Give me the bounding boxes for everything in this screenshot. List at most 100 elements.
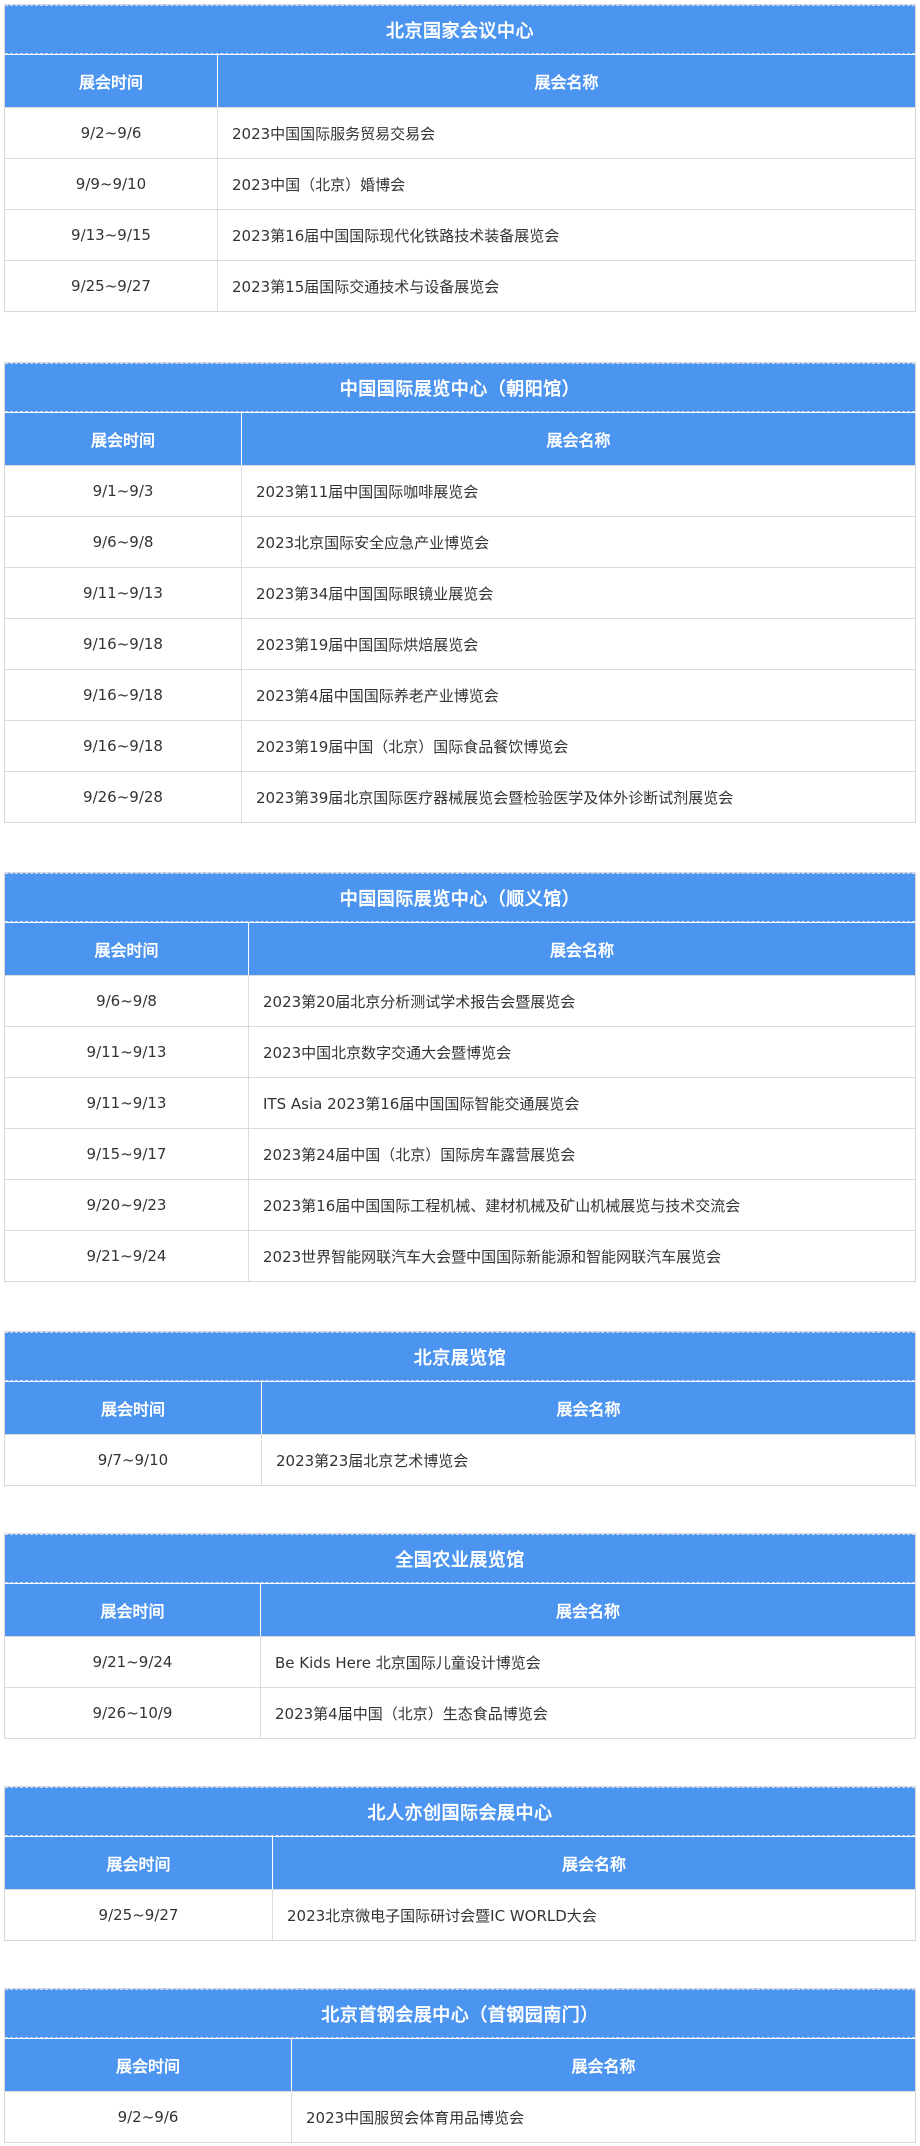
- venue-table: 北京展览馆 展会时间 展会名称 9/7~9/10 2023第23届北京艺术博览会: [4, 1331, 916, 1486]
- exhibition-name: 2023北京国际安全应急产业博览会: [256, 533, 490, 552]
- venue-title: 中国国际展览中心（顺义馆）: [5, 873, 915, 922]
- exhibition-date: 9/16~9/18: [5, 619, 242, 669]
- venue-table: 中国国际展览中心（顺义馆） 展会时间 展会名称 9/6~9/8 2023第20届北京分析…: [4, 872, 916, 1282]
- exhibition-name: 2023第23届北京艺术博览会: [276, 1451, 469, 1470]
- exhibition-name: 2023第19届中国（北京）国际食品餐饮博览会: [256, 737, 569, 756]
- venue-title: 北京展览馆: [5, 1332, 915, 1381]
- venue-title: 全国农业展览馆: [5, 1534, 915, 1583]
- table-row: 9/21~9/24 Be Kids Here 北京国际儿童设计博览会: [5, 1636, 915, 1687]
- column-header-date: 展会时间: [5, 1837, 273, 1889]
- exhibition-name: 2023世界智能网联汽车大会暨中国国际新能源和智能网联汽车展览会: [263, 1247, 722, 1266]
- table-row: 9/11~9/13 2023第34届中国国际眼镜业展览会: [5, 567, 915, 618]
- exhibition-date: 9/1~9/3: [5, 466, 242, 516]
- table-header: 展会时间 展会名称: [5, 1381, 915, 1434]
- venue-title: 北京国家会议中心: [5, 5, 915, 54]
- table-row: 9/2~9/6 2023中国国际服务贸易交易会: [5, 107, 915, 158]
- exhibition-name: Be Kids Here 北京国际儿童设计博览会: [275, 1653, 541, 1672]
- column-header-date: 展会时间: [5, 2039, 292, 2091]
- column-header-date: 展会时间: [5, 923, 249, 975]
- venue-table: 北京国家会议中心 展会时间 展会名称 9/2~9/6 2023中国国际服务贸易交易会 9/…: [4, 4, 916, 312]
- table-row: 9/26~10/9 2023第4届中国（北京）生态食品博览会: [5, 1687, 915, 1738]
- exhibition-date: 9/15~9/17: [5, 1129, 249, 1179]
- venue-title: 北人亦创国际会展中心: [5, 1787, 915, 1836]
- exhibition-name: 2023中国北京数字交通大会暨博览会: [263, 1043, 512, 1062]
- table-header: 展会时间 展会名称: [5, 922, 915, 975]
- exhibition-date: 9/9~9/10: [5, 159, 218, 209]
- table-header: 展会时间 展会名称: [5, 54, 915, 107]
- table-row: 9/11~9/13 ITS Asia 2023第16届中国国际智能交通展览会: [5, 1077, 915, 1128]
- venue-table: 北京首钢会展中心（首钢园南门） 展会时间 展会名称 9/2~9/6 2023中国服贸会体…: [4, 1988, 916, 2143]
- table-row: 9/20~9/23 2023第16届中国国际工程机械、建材机械及矿山机械展览与技术…: [5, 1179, 915, 1230]
- exhibition-name: ITS Asia 2023第16届中国国际智能交通展览会: [263, 1094, 580, 1113]
- exhibition-date: 9/25~9/27: [5, 261, 218, 311]
- exhibition-name: 2023第39届北京国际医疗器械展览会暨检验医学及体外诊断试剂展览会: [256, 788, 734, 807]
- column-header-name: 展会名称: [571, 2057, 636, 2076]
- table-header: 展会时间 展会名称: [5, 2038, 915, 2091]
- column-header-name: 展会名称: [556, 1400, 621, 1419]
- column-header-date: 展会时间: [5, 1584, 261, 1636]
- exhibition-date: 9/25~9/27: [5, 1890, 273, 1940]
- table-row: 9/6~9/8 2023第20届北京分析测试学术报告会暨展览会: [5, 975, 915, 1026]
- exhibition-name: 2023第4届中国（北京）生态食品博览会: [275, 1704, 548, 1723]
- exhibition-name: 2023中国（北京）婚博会: [232, 175, 406, 194]
- exhibition-name: 2023第15届国际交通技术与设备展览会: [232, 277, 500, 296]
- column-header-date: 展会时间: [5, 1382, 262, 1434]
- exhibition-date: 9/6~9/8: [5, 976, 249, 1026]
- venue-table: 全国农业展览馆 展会时间 展会名称 9/21~9/24 Be Kids Here 北京国…: [4, 1533, 916, 1739]
- table-row: 9/11~9/13 2023中国北京数字交通大会暨博览会: [5, 1026, 915, 1077]
- table-row: 9/25~9/27 2023北京微电子国际研讨会暨IC WORLD大会: [5, 1889, 915, 1940]
- table-row: 9/16~9/18 2023第4届中国国际养老产业博览会: [5, 669, 915, 720]
- exhibition-name: 2023第4届中国国际养老产业博览会: [256, 686, 499, 705]
- column-header-name: 展会名称: [534, 73, 599, 92]
- table-row: 9/21~9/24 2023世界智能网联汽车大会暨中国国际新能源和智能网联汽车展览…: [5, 1230, 915, 1281]
- exhibition-name: 2023北京微电子国际研讨会暨IC WORLD大会: [287, 1906, 597, 1925]
- table-row: 9/25~9/27 2023第15届国际交通技术与设备展览会: [5, 260, 915, 311]
- exhibition-date: 9/6~9/8: [5, 517, 242, 567]
- column-header-name: 展会名称: [549, 941, 614, 960]
- table-row: 9/2~9/6 2023中国服贸会体育用品博览会: [5, 2091, 915, 2142]
- table-header: 展会时间 展会名称: [5, 1583, 915, 1636]
- table-row: 9/15~9/17 2023第24届中国（北京）国际房车露营展览会: [5, 1128, 915, 1179]
- exhibition-date: 9/7~9/10: [5, 1435, 262, 1485]
- column-header-date: 展会时间: [5, 413, 242, 465]
- exhibition-name: 2023中国服贸会体育用品博览会: [306, 2108, 525, 2127]
- table-row: 9/6~9/8 2023北京国际安全应急产业博览会: [5, 516, 915, 567]
- venue-title: 北京首钢会展中心（首钢园南门）: [5, 1989, 915, 2038]
- exhibition-name: 2023中国国际服务贸易交易会: [232, 124, 436, 143]
- exhibition-name: 2023第24届中国（北京）国际房车露营展览会: [263, 1145, 576, 1164]
- table-row: 9/7~9/10 2023第23届北京艺术博览会: [5, 1434, 915, 1485]
- venue-table: 北人亦创国际会展中心 展会时间 展会名称 9/25~9/27 2023北京微电子国际研讨…: [4, 1786, 916, 1941]
- exhibition-date: 9/16~9/18: [5, 721, 242, 771]
- exhibition-date: 9/11~9/13: [5, 1078, 249, 1128]
- table-header: 展会时间 展会名称: [5, 1836, 915, 1889]
- exhibition-name: 2023第34届中国国际眼镜业展览会: [256, 584, 494, 603]
- exhibition-date: 9/11~9/13: [5, 568, 242, 618]
- column-header-name: 展会名称: [561, 1855, 626, 1874]
- exhibition-date: 9/2~9/6: [5, 2092, 292, 2142]
- venue-table: 中国国际展览中心（朝阳馆） 展会时间 展会名称 9/1~9/3 2023第11届中国国际…: [4, 362, 916, 823]
- column-header-date: 展会时间: [5, 55, 218, 107]
- exhibition-date: 9/21~9/24: [5, 1637, 261, 1687]
- venue-title: 中国国际展览中心（朝阳馆）: [5, 363, 915, 412]
- table-row: 9/13~9/15 2023第16届中国国际现代化铁路技术装备展览会: [5, 209, 915, 260]
- column-header-name: 展会名称: [546, 431, 611, 450]
- exhibition-name: 2023第16届中国国际工程机械、建材机械及矿山机械展览与技术交流会: [263, 1196, 741, 1215]
- table-row: 9/9~9/10 2023中国（北京）婚博会: [5, 158, 915, 209]
- table-header: 展会时间 展会名称: [5, 412, 915, 465]
- exhibition-name: 2023第11届中国国际咖啡展览会: [256, 482, 479, 501]
- table-row: 9/16~9/18 2023第19届中国（北京）国际食品餐饮博览会: [5, 720, 915, 771]
- column-header-name: 展会名称: [555, 1602, 620, 1621]
- exhibition-date: 9/2~9/6: [5, 108, 218, 158]
- exhibition-date: 9/11~9/13: [5, 1027, 249, 1077]
- exhibition-date: 9/26~10/9: [5, 1688, 261, 1738]
- exhibition-name: 2023第16届中国国际现代化铁路技术装备展览会: [232, 226, 560, 245]
- exhibition-date: 9/26~9/28: [5, 772, 242, 822]
- exhibition-date: 9/13~9/15: [5, 210, 218, 260]
- table-row: 9/16~9/18 2023第19届中国国际烘焙展览会: [5, 618, 915, 669]
- table-row: 9/1~9/3 2023第11届中国国际咖啡展览会: [5, 465, 915, 516]
- exhibition-date: 9/20~9/23: [5, 1180, 249, 1230]
- table-row: 9/26~9/28 2023第39届北京国际医疗器械展览会暨检验医学及体外诊断试剂…: [5, 771, 915, 822]
- exhibition-name: 2023第20届北京分析测试学术报告会暨展览会: [263, 992, 576, 1011]
- exhibition-name: 2023第19届中国国际烘焙展览会: [256, 635, 479, 654]
- exhibition-date: 9/21~9/24: [5, 1231, 249, 1281]
